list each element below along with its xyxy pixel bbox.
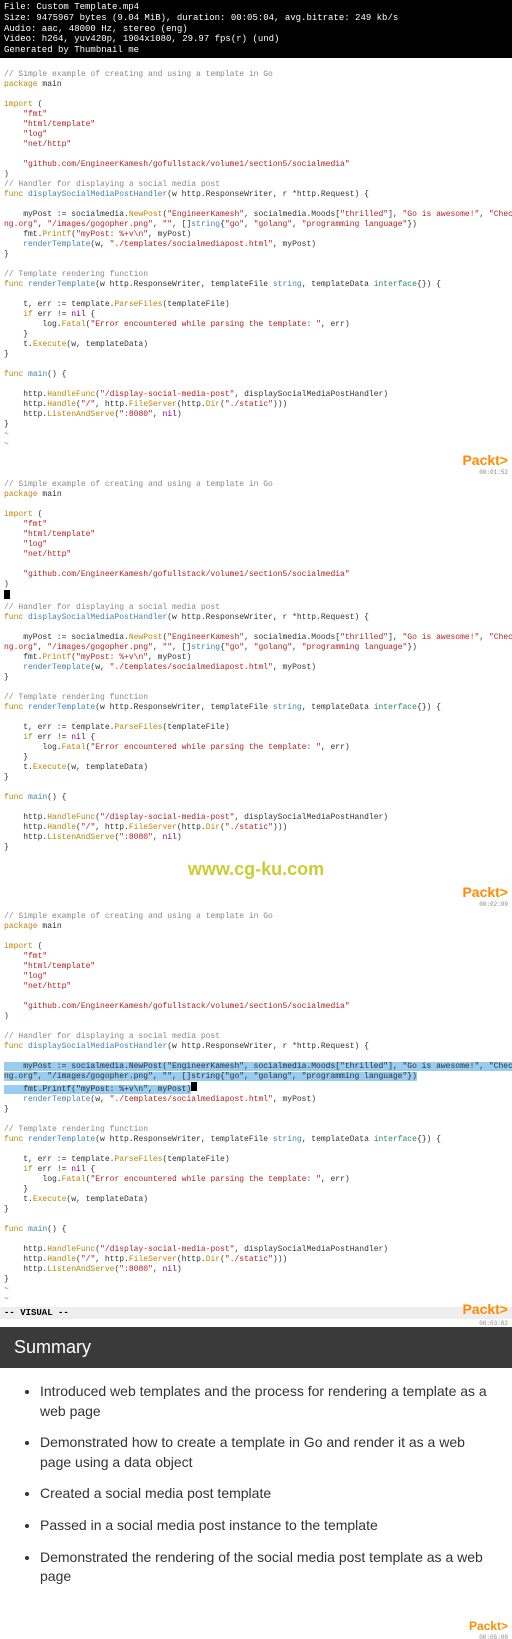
comment: // Template rendering function [4,1125,148,1134]
summary-body: Introduced web templates and the process… [0,1368,512,1613]
code-snapshot-1: // Simple example of creating and using … [0,58,512,452]
timestamp-row-4: Packt> 00:05:00 [0,1613,512,1633]
timestamp: 00:02:09 [479,901,508,908]
timestamp-row-2: Packt> 00:02:09 [0,884,512,900]
comment: // Template rendering function [4,270,148,279]
video-line: Video: h264, yuv420p, 1904x1080, 29.97 f… [4,34,508,45]
comment: // Simple example of creating and using … [4,912,273,921]
summary-bullet: Created a social media post template [40,1484,490,1504]
comment: // Handler for displaying a social media… [4,603,220,612]
summary-title: Summary [0,1327,512,1368]
comment: // Template rendering function [4,693,148,702]
size-line: Size: 9475967 bytes (9.04 MiB), duration… [4,13,508,24]
code-snapshot-2: // Simple example of creating and using … [0,468,512,855]
watermark: www.cg-ku.com [0,855,512,884]
timestamp: 00:05:00 [479,1634,508,1639]
file-line: File: Custom Template.mp4 [4,2,508,13]
packt-brand: Packt> [462,884,508,900]
cursor [191,1082,197,1091]
summary-bullet: Demonstrated how to create a template in… [40,1433,490,1472]
timestamp: 00:03:02 [479,1320,508,1327]
timestamp-row-1: Packt> 00:01:52 [0,452,512,468]
timestamp: 00:01:52 [479,469,508,476]
packt-brand: Packt> [469,1619,508,1633]
audio-line: Audio: aac, 48000 Hz, stereo (eng) [4,24,508,35]
visual-selection: myPost := socialmedia.NewPost("EngineerK… [4,1062,512,1094]
packt-brand: Packt> [462,452,508,468]
gen-line: Generated by Thumbnail me [4,45,508,56]
code-snapshot-3: // Simple example of creating and using … [0,900,512,1307]
summary-list: Introduced web templates and the process… [22,1382,490,1587]
cursor [4,590,10,599]
vim-visual-mode-indicator: -- VISUAL -- [0,1307,512,1319]
summary-bullet: Introduced web templates and the process… [40,1382,490,1421]
video-metadata-header: File: Custom Template.mp4 Size: 9475967 … [0,0,512,58]
comment: // Simple example of creating and using … [4,70,273,79]
summary-bullet: Demonstrated the rendering of the social… [40,1548,490,1587]
comment: // Handler for displaying a social media… [4,180,220,189]
timestamp-row-3: 00:03:02 [0,1319,512,1327]
comment: // Simple example of creating and using … [4,480,273,489]
packt-brand: Packt> [462,1301,508,1317]
summary-bullet: Passed in a social media post instance t… [40,1516,490,1536]
comment: // Handler for displaying a social media… [4,1032,220,1041]
